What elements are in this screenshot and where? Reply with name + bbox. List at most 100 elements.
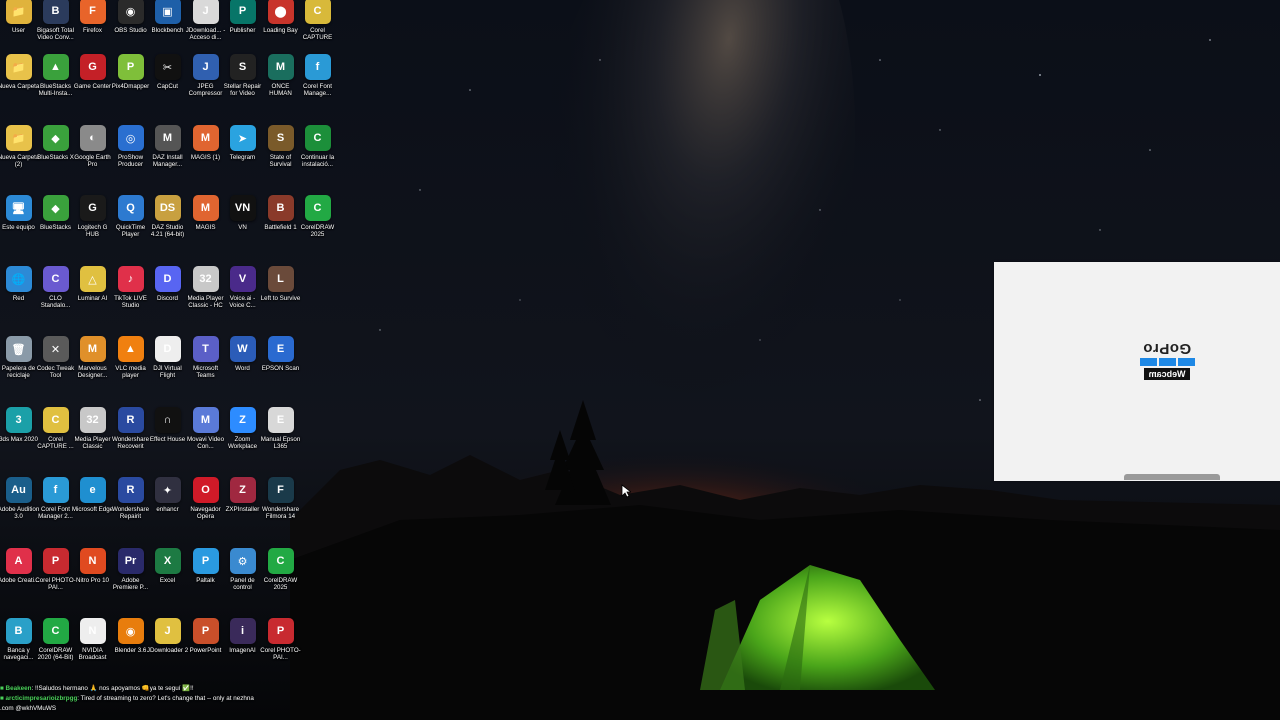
app-icon: T <box>192 336 219 362</box>
desktop-icon[interactable]: f Corel Font Manage... <box>299 50 336 120</box>
desktop-icon[interactable]: C CorelDRAW 2025 <box>262 544 299 614</box>
desktop-icon[interactable]: P Corel PHOTO-PAI... <box>260 614 301 684</box>
app-icon: L <box>267 266 294 292</box>
desktop-icon[interactable]: C CorelDRAW 2025 <box>299 191 336 261</box>
desktop-icon[interactable]: R Wondershare Repairit <box>112 473 149 543</box>
desktop-icon[interactable]: Q QuickTime Player <box>112 191 149 261</box>
desktop-icon[interactable]: B Banca y navegaci... <box>0 614 37 684</box>
desktop-icon[interactable]: C Corel CAPTURE ... <box>37 403 74 473</box>
desktop-icon[interactable]: DS DAZ Studio 4.21 (64-bit) <box>149 191 186 261</box>
app-icon: S <box>267 125 294 151</box>
desktop-icon[interactable]: ◉ Blender 3.6 <box>112 614 149 684</box>
desktop-icon[interactable]: W Word <box>224 332 261 402</box>
chat-text: : Tired of streaming to zero? Let's chan… <box>77 695 254 702</box>
app-icon: Z <box>229 407 256 433</box>
app-icon: M <box>192 125 219 151</box>
app-icon: ∩ <box>154 407 181 433</box>
desktop-icon[interactable]: 🌐 Red <box>0 262 37 332</box>
desktop-icon[interactable]: S Stellar Repair for Video <box>224 50 261 120</box>
desktop-icon[interactable]: G Game Center <box>74 50 111 120</box>
desktop-icon[interactable]: A Adobe Creati... <box>0 544 39 614</box>
desktop-icon[interactable]: f Corel Font Manager 2... <box>37 473 74 543</box>
desktop-icon-label: Google Earth Pro <box>74 154 111 169</box>
desktop-icon[interactable]: ▲ VLC media player <box>112 332 149 402</box>
desktop-icon-label: BlueStacks Multi-Insta... <box>38 83 73 98</box>
desktop-icon[interactable]: G Logitech G HUB <box>74 191 111 261</box>
app-icon: ◉ <box>117 618 144 644</box>
app-icon: C <box>42 266 69 292</box>
desktop-icon[interactable]: M DAZ Install Manager... <box>149 121 186 191</box>
desktop-icon[interactable]: Pr Adobe Premiere P... <box>112 544 149 614</box>
desktop-icon[interactable]: ➤ Telegram <box>224 121 261 191</box>
desktop-icon[interactable]: P PowerPoint <box>187 614 224 684</box>
desktop-icon[interactable]: 32 Media Player Classic - HC <box>187 262 224 332</box>
desktop-icon[interactable]: Z ZXPInstaller <box>224 473 261 543</box>
desktop-icon[interactable]: ✕ Codec Tweak Tool <box>37 332 74 402</box>
desktop-icon[interactable]: X Excel <box>149 544 186 614</box>
desktop-icon[interactable]: Au Adobe Audition 3.0 <box>0 473 39 543</box>
desktop-icon[interactable]: ◐ Google Earth Pro <box>74 121 111 191</box>
desktop-icon-label: Microsoft Edge <box>71 506 114 513</box>
desktop-icon[interactable]: ∩ Effect House <box>149 403 186 473</box>
desktop-icon[interactable]: ♪ TikTok LIVE Studio <box>112 262 149 332</box>
desktop-icon[interactable]: ◆ BlueStacks <box>37 191 74 261</box>
desktop-icon[interactable]: J JPEG Compressor <box>187 50 224 120</box>
desktop-icon[interactable]: P Corel PHOTO-PAI... <box>35 544 76 614</box>
desktop-icon[interactable]: M Marvelous Designer... <box>74 332 111 402</box>
desktop-icon[interactable]: 📁 Nueva Carpeta (2) <box>0 121 39 191</box>
desktop-icon[interactable]: B Battlefield 1 <box>262 191 299 261</box>
desktop-icon-label: Media Player Classic <box>74 436 111 451</box>
desktop-icon[interactable]: C Continuar la instalació... <box>299 121 336 191</box>
desktop-icon[interactable]: O Navegador Opera <box>187 473 224 543</box>
desktop-icon[interactable]: ✂ CapCut <box>149 50 186 120</box>
desktop-icon[interactable]: V Voice.ai - Voice C... <box>224 262 261 332</box>
desktop-icon[interactable]: P Paltalk <box>187 544 224 614</box>
desktop-icon[interactable]: D DJI Virtual Flight <box>149 332 186 402</box>
gopro-window-tab[interactable] <box>1124 474 1220 480</box>
desktop-icon[interactable]: e Microsoft Edge <box>71 473 114 543</box>
desktop-icon[interactable]: T Microsoft Teams <box>187 332 224 402</box>
desktop-icon[interactable]: M Movavi Video Con... <box>187 403 224 473</box>
app-icon: f <box>304 54 331 80</box>
app-icon: ◉ <box>117 0 144 24</box>
desktop-icon[interactable]: N NVIDIA Broadcast <box>74 614 111 684</box>
mouse-cursor-icon <box>621 484 631 498</box>
desktop-icon-label: Blender 3.6 <box>114 647 147 654</box>
desktop-icon[interactable]: L Left to Survive <box>261 262 300 332</box>
desktop-icon[interactable]: VN VN <box>224 191 261 261</box>
desktop-icon[interactable]: ◆ BlueStacks X <box>37 121 74 191</box>
desktop-icon[interactable]: S State of Survival <box>262 121 299 191</box>
desktop-icon[interactable]: 🖥 Este equipo <box>0 191 37 261</box>
desktop-icon-label: Corel PHOTO-PAI... <box>35 577 76 592</box>
desktop-icon[interactable]: ✦ enhancr <box>149 473 186 543</box>
desktop-icon[interactable]: △ Luminar AI <box>74 262 111 332</box>
desktop-icon[interactable]: J JDownloader 2 <box>147 614 188 684</box>
desktop-icon[interactable]: ⚙ Panel de control <box>224 544 261 614</box>
desktop-icon[interactable]: P Pix4Dmapper <box>112 50 149 120</box>
desktop-icon[interactable]: M MAGIS <box>187 191 224 261</box>
desktop-icon[interactable]: R Wondershare Recoverit <box>112 403 149 473</box>
desktop-icon[interactable]: ▲ BlueStacks Multi-Insta... <box>37 50 74 120</box>
desktop-icon[interactable]: Z Zoom Workplace <box>224 403 261 473</box>
desktop-icon-label: Corel Font Manage... <box>303 83 332 98</box>
app-icon: P <box>192 548 219 574</box>
desktop-icon[interactable]: 🗑 Papelera de reciclaje <box>0 332 37 402</box>
desktop-icon[interactable]: M MAGIS (1) <box>187 121 224 191</box>
desktop-icon[interactable]: D Discord <box>149 262 186 332</box>
desktop-icon[interactable]: ◎ ProShow Producer <box>112 121 149 191</box>
desktop-icon[interactable]: 📁 Nueva Carpeta <box>0 50 39 120</box>
chat-username: ■ Beakeen <box>0 685 32 692</box>
desktop-icon[interactable]: i ImagenAI <box>224 614 261 684</box>
desktop-icon[interactable]: 32 Media Player Classic <box>74 403 111 473</box>
desktop-icon[interactable]: C CorelDRAW 2020 (64-Bit) <box>37 614 74 684</box>
desktop-icon-label: Telegram <box>229 154 256 161</box>
chat-message: ■ Beakeen: !!Saludos hermano 🙏 nos apoya… <box>0 684 340 694</box>
gopro-webcam-window[interactable]: GoPro Webcam <box>994 262 1280 481</box>
desktop-icon[interactable]: M ONCE HUMAN <box>262 50 299 120</box>
desktop-icon[interactable]: N Nitro Pro 10 <box>74 544 111 614</box>
desktop-icon[interactable]: E Manual Epson L365 <box>261 403 300 473</box>
desktop-icon[interactable]: E EPSON Scan <box>262 332 299 402</box>
desktop-icon[interactable]: 3 3ds Max 2020 <box>0 403 38 473</box>
desktop-icon[interactable]: C CLO Standalo... <box>37 262 74 332</box>
desktop-icon[interactable]: F Wondershare Filmora 14 <box>262 473 299 543</box>
